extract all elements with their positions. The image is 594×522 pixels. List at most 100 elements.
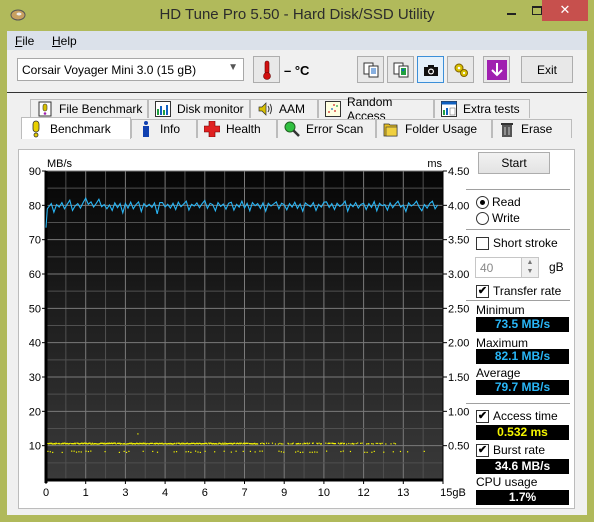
access-time-point (49, 451, 51, 453)
y-tick-label: 50 (29, 303, 41, 315)
access-time-point (142, 450, 144, 452)
access-time-point (61, 451, 63, 454)
divider (466, 229, 570, 230)
write-radio[interactable]: Write (476, 211, 520, 225)
client-area: File Help Corsair Voyager Mini 3.0 (15 g… (7, 31, 587, 515)
access-time-point (56, 443, 58, 445)
access-time-point (75, 451, 78, 453)
y2-tick-label: 4.50 (448, 166, 469, 178)
access-time-point (261, 450, 263, 452)
write-radio-button[interactable] (476, 211, 489, 225)
access-time-point (314, 451, 316, 453)
y2-axis-label: ms (427, 158, 442, 170)
y2-tick-label: 1.50 (448, 372, 469, 384)
access-time-point (268, 442, 270, 445)
read-radio[interactable]: Read (476, 195, 521, 209)
save-button[interactable] (483, 56, 510, 83)
y2-tick-label: 1.00 (448, 406, 469, 418)
access-time-point (87, 450, 90, 453)
access-time-point (90, 450, 92, 452)
read-radio-button[interactable] (476, 195, 489, 209)
access-time-point (390, 443, 392, 445)
access-time-point (320, 443, 322, 445)
access-time-point (146, 442, 148, 445)
access-time-point (137, 433, 139, 435)
access-time-point (373, 450, 375, 452)
close-icon: ✕ (559, 3, 571, 18)
access-time-point (271, 442, 274, 444)
access-time-point (372, 443, 374, 445)
access-time-point (69, 442, 71, 445)
tab-benchmark[interactable]: Benchmark (21, 117, 131, 139)
access-time-point (311, 451, 313, 453)
access-time-point (206, 443, 208, 445)
x-tick-label: 9 (281, 487, 287, 499)
tab-erase[interactable]: Erase (492, 119, 572, 138)
transfer-rate-option[interactable]: ✔ Transfer rate (476, 284, 561, 298)
exit-button[interactable]: Exit (521, 56, 573, 83)
y-tick-label: 20 (29, 406, 41, 418)
access-time-point (118, 451, 120, 454)
access-time-point (174, 442, 176, 444)
access-time-checkbox[interactable]: ✔ (476, 409, 489, 423)
minimize-icon (506, 12, 516, 15)
access-time-value: 0.532 ms (476, 425, 569, 440)
access-time-point (104, 451, 106, 453)
cpu-usage-label: CPU usage (476, 475, 538, 489)
transfer-rate-checkbox[interactable]: ✔ (476, 284, 489, 298)
y-tick-label: 40 (29, 338, 41, 350)
burst-rate-checkbox[interactable]: ✔ (476, 443, 489, 457)
start-button[interactable]: Start (478, 152, 550, 174)
access-time-point (190, 451, 192, 453)
stepper-arrows[interactable]: ▲ ▼ (521, 258, 538, 277)
access-time-point (341, 442, 343, 444)
access-time-point (280, 443, 282, 445)
access-time-point (399, 450, 402, 453)
short-stroke-option[interactable]: Short stroke (476, 236, 558, 250)
y2-tick-label: 2.00 (448, 338, 469, 350)
access-time-point (383, 451, 385, 453)
short-stroke-stepper[interactable]: 40 ▲ ▼ (475, 257, 539, 278)
access-time-point (230, 451, 232, 453)
access-time-point (375, 442, 377, 445)
access-time-point (364, 451, 366, 453)
access-time-point (325, 442, 327, 444)
x-tick-label: 3 (122, 487, 128, 499)
access-time-point (318, 442, 320, 444)
access-time-point (302, 443, 304, 445)
x-tick-label: 0 (43, 487, 49, 499)
access-time-point (47, 450, 49, 452)
access-time-option[interactable]: ✔ Access time (476, 409, 558, 423)
access-time-point (128, 450, 130, 452)
burst-rate-option[interactable]: ✔ Burst rate (476, 443, 545, 457)
access-time-point (292, 442, 294, 444)
access-time-point (345, 443, 348, 445)
access-time-point (120, 443, 122, 445)
access-time-point (163, 443, 165, 445)
y2-tick-label: 4.00 (448, 200, 469, 212)
access-time-point (195, 450, 197, 452)
access-time-point (259, 450, 261, 452)
access-time-point (151, 442, 154, 444)
access-time-point (308, 442, 311, 444)
access-time-point (334, 443, 337, 445)
access-time-point (261, 442, 263, 444)
benchmark-chart: 9080706050403020104.504.003.503.002.502.… (29, 158, 470, 499)
maximize-icon (532, 6, 542, 15)
access-time-point (300, 443, 302, 445)
access-time-point (156, 451, 159, 453)
y-tick-label: 70 (29, 235, 41, 247)
y-tick-label: 60 (29, 269, 41, 281)
close-button[interactable]: ✕ (542, 0, 588, 21)
access-time-point (78, 451, 80, 453)
short-stroke-checkbox[interactable] (476, 236, 489, 250)
minimum-label: Minimum (476, 303, 525, 317)
access-time-point (392, 451, 394, 453)
divider (466, 189, 570, 190)
access-time-point (394, 443, 397, 445)
access-time-point (274, 443, 277, 445)
access-time-point (279, 442, 281, 445)
title-bar: HD Tune Pro 5.50 - Hard Disk/SSD Utility… (0, 0, 594, 31)
minimize-button[interactable] (498, 0, 524, 21)
access-time-point (260, 442, 262, 445)
